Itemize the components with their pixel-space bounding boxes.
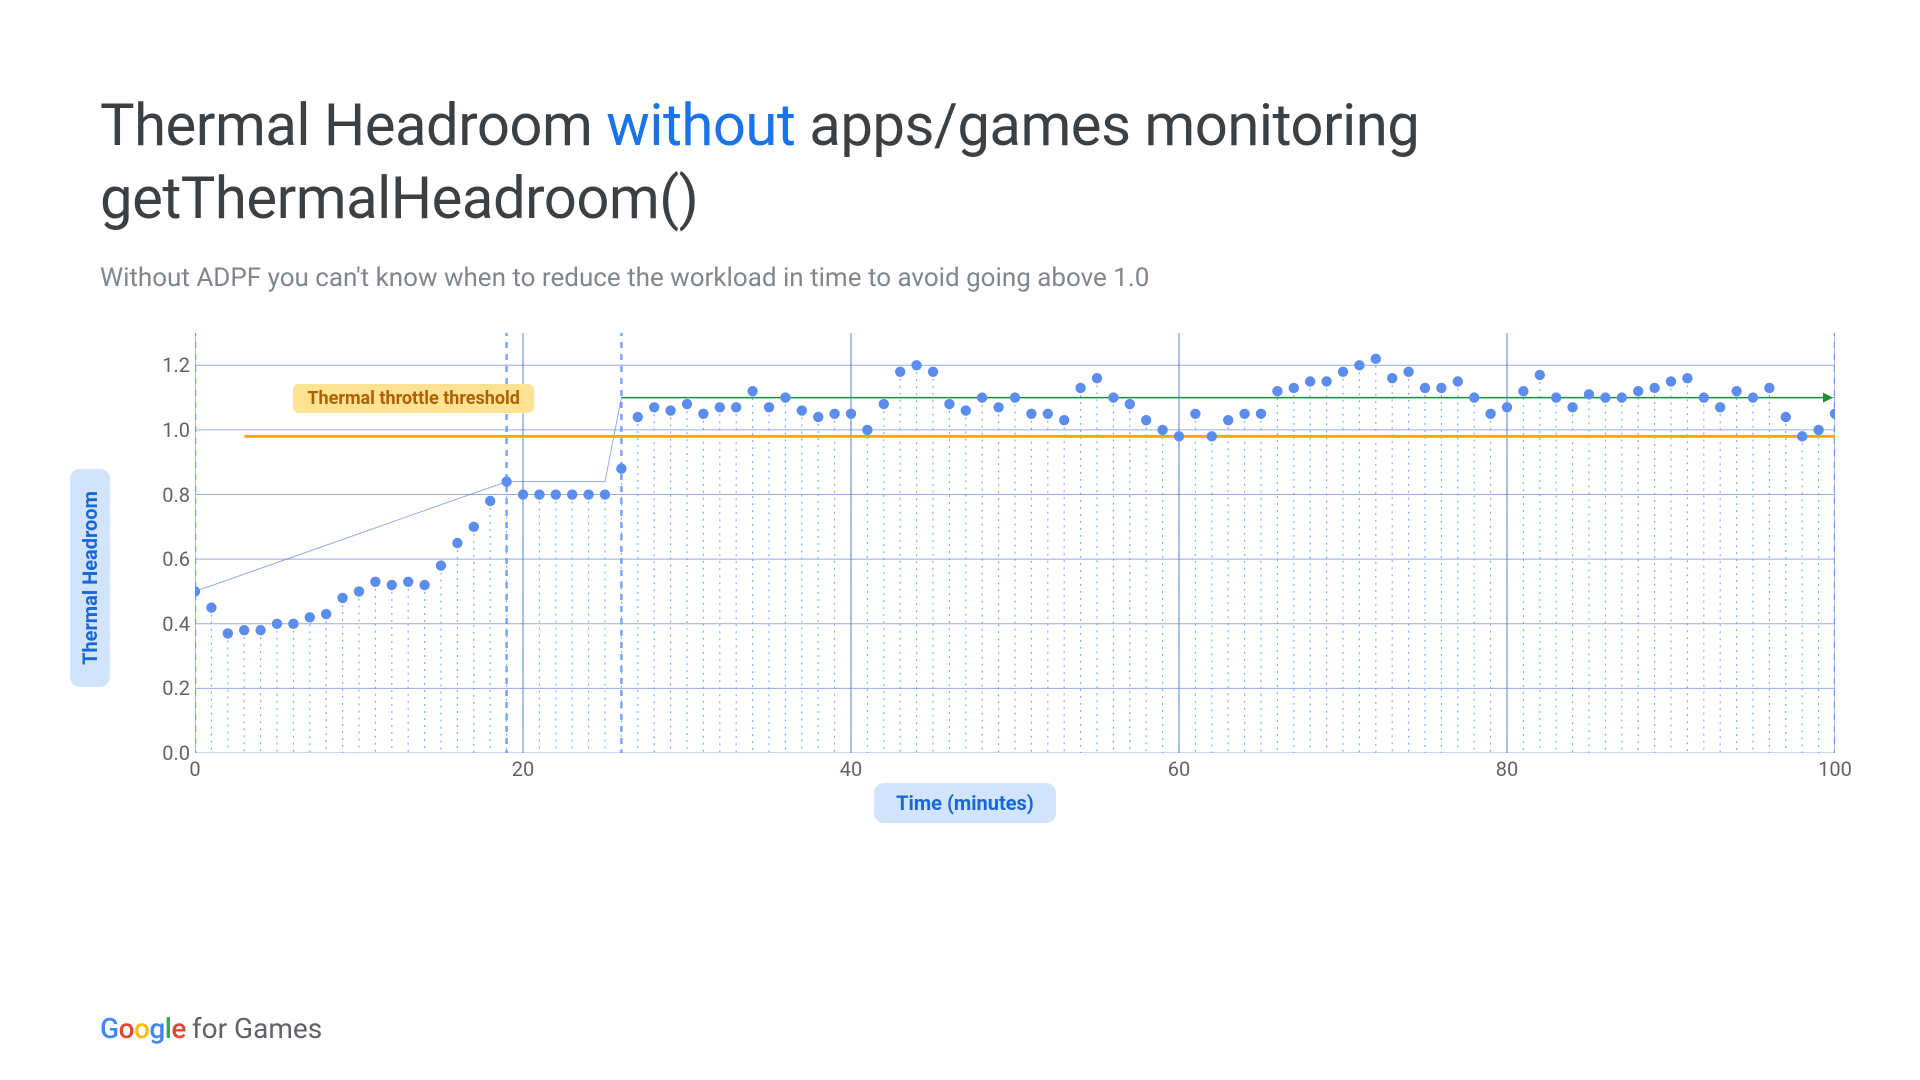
y-tick-label: 0.4 bbox=[135, 612, 190, 636]
y-tick-label: 1.2 bbox=[135, 353, 190, 377]
x-tick-label: 100 bbox=[1818, 757, 1852, 781]
footer-brand: Google for Games bbox=[100, 1012, 322, 1045]
x-axis-label: Time (minutes) bbox=[874, 783, 1056, 823]
plot-area: Thermal throttle threshold 0.00.20.40.60… bbox=[195, 333, 1835, 753]
title-accent: without bbox=[606, 92, 795, 160]
x-tick-label: 40 bbox=[840, 757, 862, 781]
chart: Thermal Headroom Thermal throttle thresh… bbox=[110, 333, 1820, 823]
threshold-annotation: Thermal throttle threshold bbox=[293, 384, 534, 413]
y-tick-label: 0.8 bbox=[135, 483, 190, 507]
footer-text: for Games bbox=[192, 1012, 322, 1045]
slide-title: Thermal Headroom without apps/games moni… bbox=[100, 90, 1820, 235]
y-axis-ticks: 0.00.20.40.60.81.01.2 bbox=[135, 333, 190, 753]
y-tick-label: 0.6 bbox=[135, 547, 190, 571]
x-tick-label: 0 bbox=[189, 757, 200, 781]
y-axis-label: Thermal Headroom bbox=[70, 469, 110, 687]
y-tick-label: 1.0 bbox=[135, 418, 190, 442]
google-logo: Google bbox=[100, 1012, 186, 1045]
x-tick-label: 60 bbox=[1168, 757, 1190, 781]
x-tick-label: 80 bbox=[1496, 757, 1518, 781]
x-tick-label: 20 bbox=[512, 757, 534, 781]
y-tick-label: 0.2 bbox=[135, 676, 190, 700]
title-pre: Thermal Headroom bbox=[100, 92, 606, 160]
y-tick-label: 0.0 bbox=[135, 741, 190, 765]
slide-subtitle: Without ADPF you can't know when to redu… bbox=[100, 263, 1820, 293]
x-axis-ticks: 020406080100 bbox=[195, 757, 1835, 787]
